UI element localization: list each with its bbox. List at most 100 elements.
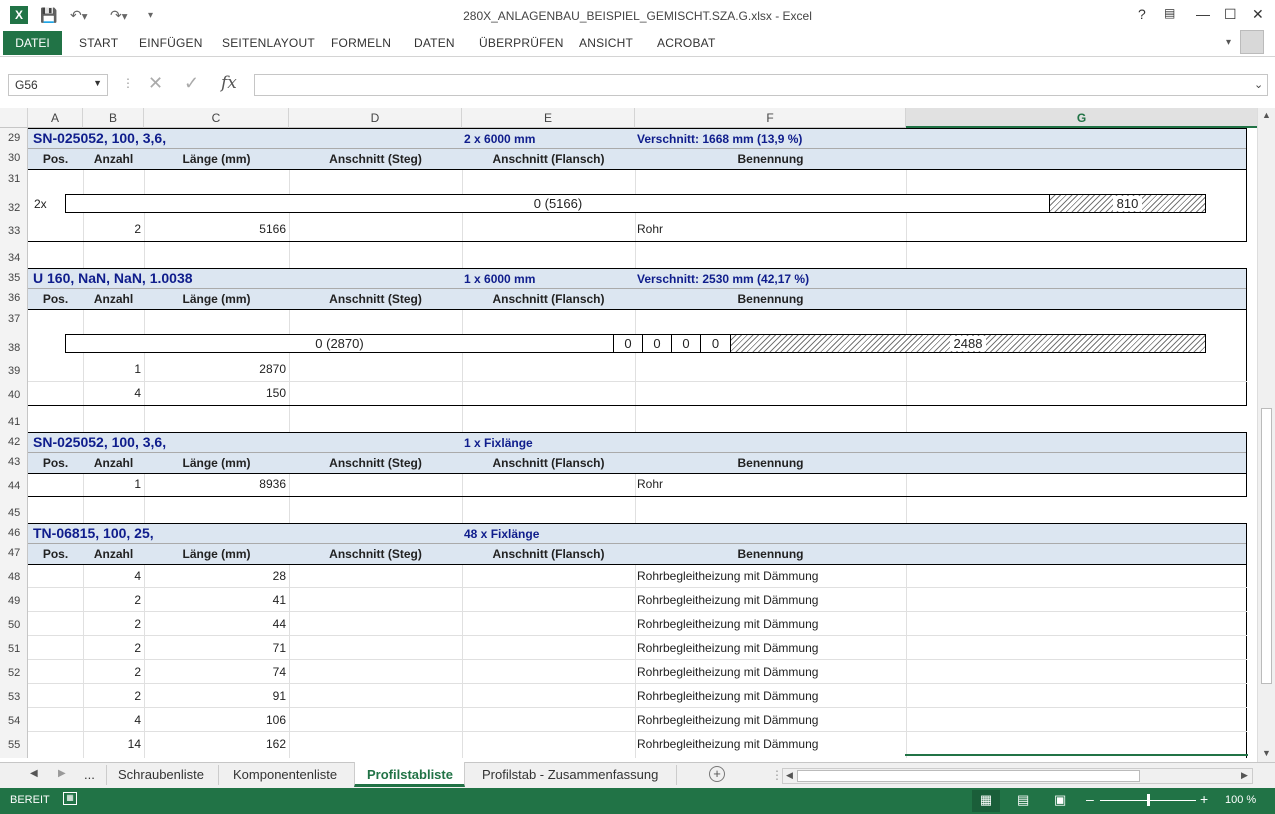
expand-formula-icon[interactable]: ⌄ — [1254, 78, 1263, 91]
active-cell[interactable] — [905, 754, 1248, 758]
row-header-36[interactable]: 36 — [0, 292, 28, 304]
cell-laenge[interactable]: 106 — [144, 713, 286, 727]
zoom-level[interactable]: 100 % — [1225, 794, 1256, 806]
cell-laenge[interactable]: 74 — [144, 665, 286, 679]
tab-einfuegen[interactable]: EINFÜGEN — [139, 36, 203, 50]
row-header-38[interactable]: 38 — [0, 342, 28, 354]
cell-anzahl[interactable]: 4 — [83, 713, 141, 727]
row-header-34[interactable]: 34 — [0, 252, 28, 264]
zoom-slider[interactable] — [1100, 794, 1196, 806]
cell-laenge[interactable]: 150 — [144, 386, 286, 400]
name-box[interactable]: G56 ▼ — [8, 74, 108, 96]
column-header-f[interactable]: F — [635, 108, 906, 128]
row-header-43[interactable]: 43 — [0, 456, 28, 468]
row-header-40[interactable]: 40 — [0, 389, 28, 401]
zoom-slider-thumb[interactable] — [1147, 794, 1150, 806]
cell-laenge[interactable]: 91 — [144, 689, 286, 703]
sheet-tab-schraubenliste[interactable]: Schraubenliste — [118, 767, 204, 782]
row-header-31[interactable]: 31 — [0, 173, 28, 185]
column-header-g[interactable]: G — [906, 108, 1258, 128]
row-header-37[interactable]: 37 — [0, 313, 28, 325]
row-header-52[interactable]: 52 — [0, 667, 28, 679]
cell-laenge[interactable]: 162 — [144, 737, 286, 751]
minimize-icon[interactable]: — — [1196, 6, 1210, 22]
cell-anzahl[interactable]: 2 — [83, 665, 141, 679]
column-header-e[interactable]: E — [462, 108, 635, 128]
cell-benennung[interactable]: Rohrbegleitheizung mit Dämmung — [637, 641, 818, 655]
row-header-45[interactable]: 45 — [0, 507, 28, 519]
row-header-41[interactable]: 41 — [0, 416, 28, 428]
view-page-layout-icon[interactable]: ▤ — [1017, 792, 1029, 808]
tab-start[interactable]: START — [79, 36, 118, 50]
close-icon[interactable]: ✕ — [1252, 6, 1264, 23]
tab-datei[interactable]: DATEI — [3, 31, 62, 55]
zoom-in-icon[interactable]: + — [1200, 791, 1208, 807]
column-header-a[interactable]: A — [28, 108, 83, 128]
formula-input[interactable] — [254, 74, 1268, 96]
cell-laenge[interactable]: 44 — [144, 617, 286, 631]
row-header-47[interactable]: 47 — [0, 547, 28, 559]
row-header-48[interactable]: 48 — [0, 571, 28, 583]
row-header-32[interactable]: 32 — [0, 202, 28, 214]
cell-laenge[interactable]: 8936 — [144, 477, 286, 491]
row-header-50[interactable]: 50 — [0, 619, 28, 631]
insert-function-icon[interactable]: fx — [221, 73, 237, 93]
tab-ueberpruefen[interactable]: ÜBERPRÜFEN — [479, 36, 564, 50]
row-header-46[interactable]: 46 — [0, 527, 28, 539]
scroll-down-icon[interactable]: ▼ — [1262, 748, 1271, 758]
column-header-c[interactable]: C — [144, 108, 289, 128]
row-header-55[interactable]: 55 — [0, 739, 28, 751]
cell-benennung[interactable]: Rohrbegleitheizung mit Dämmung — [637, 665, 818, 679]
cell-laenge[interactable]: 5166 — [144, 222, 286, 236]
cell-anzahl[interactable]: 2 — [83, 593, 141, 607]
scroll-left-icon[interactable]: ◀ — [786, 770, 793, 781]
macro-record-icon[interactable]: ▦ — [63, 792, 77, 805]
cell-benennung[interactable]: Rohrbegleitheizung mit Dämmung — [637, 569, 818, 583]
spreadsheet-grid[interactable]: A B C D E F G 29 30 31 32 33 34 35 36 37… — [0, 108, 1258, 758]
cell-benennung[interactable]: Rohr — [637, 477, 663, 491]
vertical-scrollbar[interactable]: ▲ ▼ — [1257, 108, 1275, 763]
cell-laenge[interactable]: 71 — [144, 641, 286, 655]
hscroll-thumb[interactable] — [797, 770, 1140, 782]
cell-anzahl[interactable]: 4 — [83, 386, 141, 400]
help-icon[interactable]: ? — [1138, 6, 1146, 22]
enter-icon[interactable]: ✓ — [184, 73, 199, 94]
cell-anzahl[interactable]: 2 — [83, 222, 141, 236]
tab-seitenlayout[interactable]: SEITENLAYOUT — [222, 36, 315, 50]
sheet-tab-komponentenliste[interactable]: Komponentenliste — [233, 767, 337, 782]
more-sheets[interactable]: ... — [84, 767, 95, 782]
prev-sheet-icon[interactable]: ◀ — [30, 768, 38, 779]
tab-daten[interactable]: DATEN — [414, 36, 455, 50]
tab-acrobat[interactable]: ACROBAT — [657, 36, 716, 50]
add-sheet-icon[interactable]: + — [709, 766, 725, 782]
cell-anzahl[interactable]: 2 — [83, 617, 141, 631]
next-sheet-icon[interactable]: ▶ — [58, 768, 66, 779]
ribbon-collapse-icon[interactable]: ▾ — [1226, 37, 1231, 48]
corner-select-all[interactable] — [0, 108, 28, 128]
cell-anzahl[interactable]: 2 — [83, 641, 141, 655]
row-header-35[interactable]: 35 — [0, 272, 28, 284]
row-header-29[interactable]: 29 — [0, 132, 28, 144]
tab-ansicht[interactable]: ANSICHT — [579, 36, 633, 50]
scroll-up-icon[interactable]: ▲ — [1262, 110, 1271, 120]
cell-anzahl[interactable]: 1 — [83, 362, 141, 376]
maximize-icon[interactable]: ☐ — [1224, 6, 1237, 23]
user-avatar[interactable] — [1240, 30, 1264, 54]
row-header-39[interactable]: 39 — [0, 365, 28, 377]
column-header-d[interactable]: D — [289, 108, 462, 128]
cell-anzahl[interactable]: 1 — [83, 477, 141, 491]
row-header-42[interactable]: 42 — [0, 436, 28, 448]
scroll-thumb[interactable] — [1261, 408, 1272, 684]
view-page-break-icon[interactable]: ▣ — [1054, 792, 1066, 808]
horizontal-scrollbar[interactable]: ◀ ▶ — [782, 768, 1253, 784]
cell-benennung[interactable]: Rohr — [637, 222, 663, 236]
cell-anzahl[interactable]: 2 — [83, 689, 141, 703]
cell-anzahl[interactable]: 14 — [83, 737, 141, 751]
cell-anzahl[interactable]: 4 — [83, 569, 141, 583]
zoom-out-icon[interactable]: – — [1086, 791, 1094, 807]
row-header-53[interactable]: 53 — [0, 691, 28, 703]
row-header-51[interactable]: 51 — [0, 643, 28, 655]
cell-laenge[interactable]: 2870 — [144, 362, 286, 376]
cell-benennung[interactable]: Rohrbegleitheizung mit Dämmung — [637, 737, 818, 751]
cell-laenge[interactable]: 28 — [144, 569, 286, 583]
